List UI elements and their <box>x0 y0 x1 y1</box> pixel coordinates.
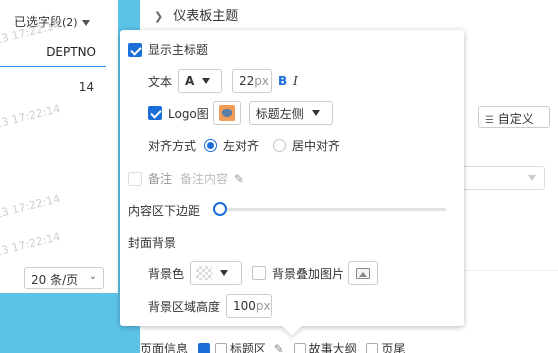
cover-bg-heading: 封面背景 <box>128 234 176 251</box>
bold-button[interactable]: B <box>278 74 287 88</box>
transparent-swatch-icon <box>196 266 213 280</box>
logo-image-picker[interactable] <box>212 101 241 125</box>
note-input[interactable]: 备注内容 <box>180 170 228 187</box>
title-settings-popover: 显示主标题 文本 A 22 px B I Logo图 标题左侧 对齐方式 左对齐… <box>120 30 464 336</box>
text-label: 文本 <box>148 74 173 89</box>
page-size-value: 20 条/页 <box>31 273 79 287</box>
edit-icon[interactable]: ✎ <box>274 342 284 353</box>
padding-row: 内容区下边距 <box>128 202 200 219</box>
italic-button[interactable]: I <box>293 74 298 88</box>
settings-icon: ☰ <box>485 115 494 126</box>
align-left-radio[interactable] <box>204 139 218 152</box>
table-header-divider <box>0 66 106 67</box>
watermark: 13 17:22:14 <box>0 192 62 221</box>
page-info-label: 页面信息 <box>140 342 189 353</box>
cover-bg-title: 封面背景 <box>128 236 177 250</box>
bg-image-picker[interactable] <box>348 261 379 285</box>
show-title-label: 显示主标题 <box>148 43 209 57</box>
custom-button-label: 自定义 <box>497 112 534 126</box>
bg-height-value: 100 <box>233 299 256 313</box>
logo-label: Logo图 <box>168 106 209 121</box>
alignment-row: 对齐方式 左对齐 居中对齐 <box>148 137 340 154</box>
chevron-down-icon <box>202 78 211 84</box>
align-center-label: 居中对齐 <box>292 139 341 153</box>
footer-label: 页尾 <box>381 342 406 353</box>
logo-position-value: 标题左侧 <box>255 106 304 121</box>
logo-position-select[interactable]: 标题左侧 <box>248 101 333 125</box>
custom-button[interactable]: ☰ 自定义 <box>478 106 550 128</box>
watermark: 13 17:22:14 <box>0 230 62 259</box>
show-title-checkbox[interactable] <box>128 42 142 57</box>
selected-fields-count: (2) <box>62 16 78 29</box>
title-area-label: 标题区 <box>229 342 266 353</box>
footer-checkbox[interactable] <box>366 343 379 353</box>
page-size-select[interactable]: 20 条/页 ⌄ <box>24 267 104 289</box>
font-select[interactable]: A <box>178 69 223 93</box>
note-row: 备注 备注内容 ✎ <box>128 170 244 187</box>
bg-height-unit: px <box>255 299 271 313</box>
fox-logo-icon <box>218 105 235 121</box>
bg-color-label: 背景色 <box>148 266 185 281</box>
chevron-down-icon <box>220 270 229 276</box>
page-info-row: 页面信息 标题区 ✎ 故事大纲 页尾 <box>140 340 405 353</box>
align-label: 对齐方式 <box>148 139 197 153</box>
text-style-row: 文本 A 22 px B I <box>148 69 298 93</box>
table-cell: 14 <box>78 80 94 94</box>
bg-color-picker[interactable] <box>190 261 243 285</box>
align-left-label: 左对齐 <box>223 139 260 153</box>
font-glyph: A <box>185 74 195 88</box>
logo-row: Logo图 标题左侧 <box>148 101 333 125</box>
bg-color-row: 背景色 背景叠加图片 <box>148 261 379 285</box>
dashboard-theme-section[interactable]: ❯ 仪表板主题 <box>154 5 238 24</box>
font-size-value: 22 <box>239 74 255 88</box>
title-area-checkbox[interactable] <box>214 343 227 353</box>
column-header-deptno[interactable]: DEPTNO <box>46 45 96 59</box>
section-title: 仪表板主题 <box>173 9 239 24</box>
bg-height-label: 背景区域高度 <box>148 299 221 314</box>
chevron-down-icon <box>528 175 536 181</box>
bg-height-input[interactable]: 100 px <box>226 294 273 318</box>
note-label: 备注 <box>148 172 173 186</box>
story-outline-checkbox[interactable] <box>293 343 306 353</box>
story-outline-label: 故事大纲 <box>308 342 357 353</box>
font-size-unit: px <box>254 74 270 88</box>
chevron-down-icon <box>81 19 90 26</box>
chevron-right-icon: ❯ <box>154 10 164 23</box>
image-icon <box>356 267 371 279</box>
edit-icon[interactable]: ✎ <box>234 172 244 186</box>
logo-checkbox[interactable] <box>148 106 162 120</box>
padding-slider-track[interactable] <box>216 208 446 211</box>
font-size-input[interactable]: 22 px <box>232 69 273 93</box>
padding-slider-handle[interactable] <box>213 202 227 216</box>
chevron-down-icon: ⌄ <box>88 271 97 282</box>
bg-height-row: 背景区域高度 100 px <box>148 294 273 318</box>
note-checkbox[interactable] <box>128 171 142 186</box>
chevron-down-icon <box>311 110 320 116</box>
watermark: 13 17:22:14 <box>0 102 62 131</box>
padding-label: 内容区下边距 <box>128 204 201 218</box>
show-title-row: 显示主标题 <box>128 41 208 58</box>
bg-image-checkbox[interactable] <box>252 266 267 280</box>
align-center-radio[interactable] <box>273 139 287 152</box>
page-info-checkbox[interactable] <box>197 343 210 353</box>
data-table-panel: 已选字段(2) DEPTNO 14 13 17:22:14 13 17:22:1… <box>0 0 118 293</box>
bg-image-label: 背景叠加图片 <box>272 266 345 281</box>
